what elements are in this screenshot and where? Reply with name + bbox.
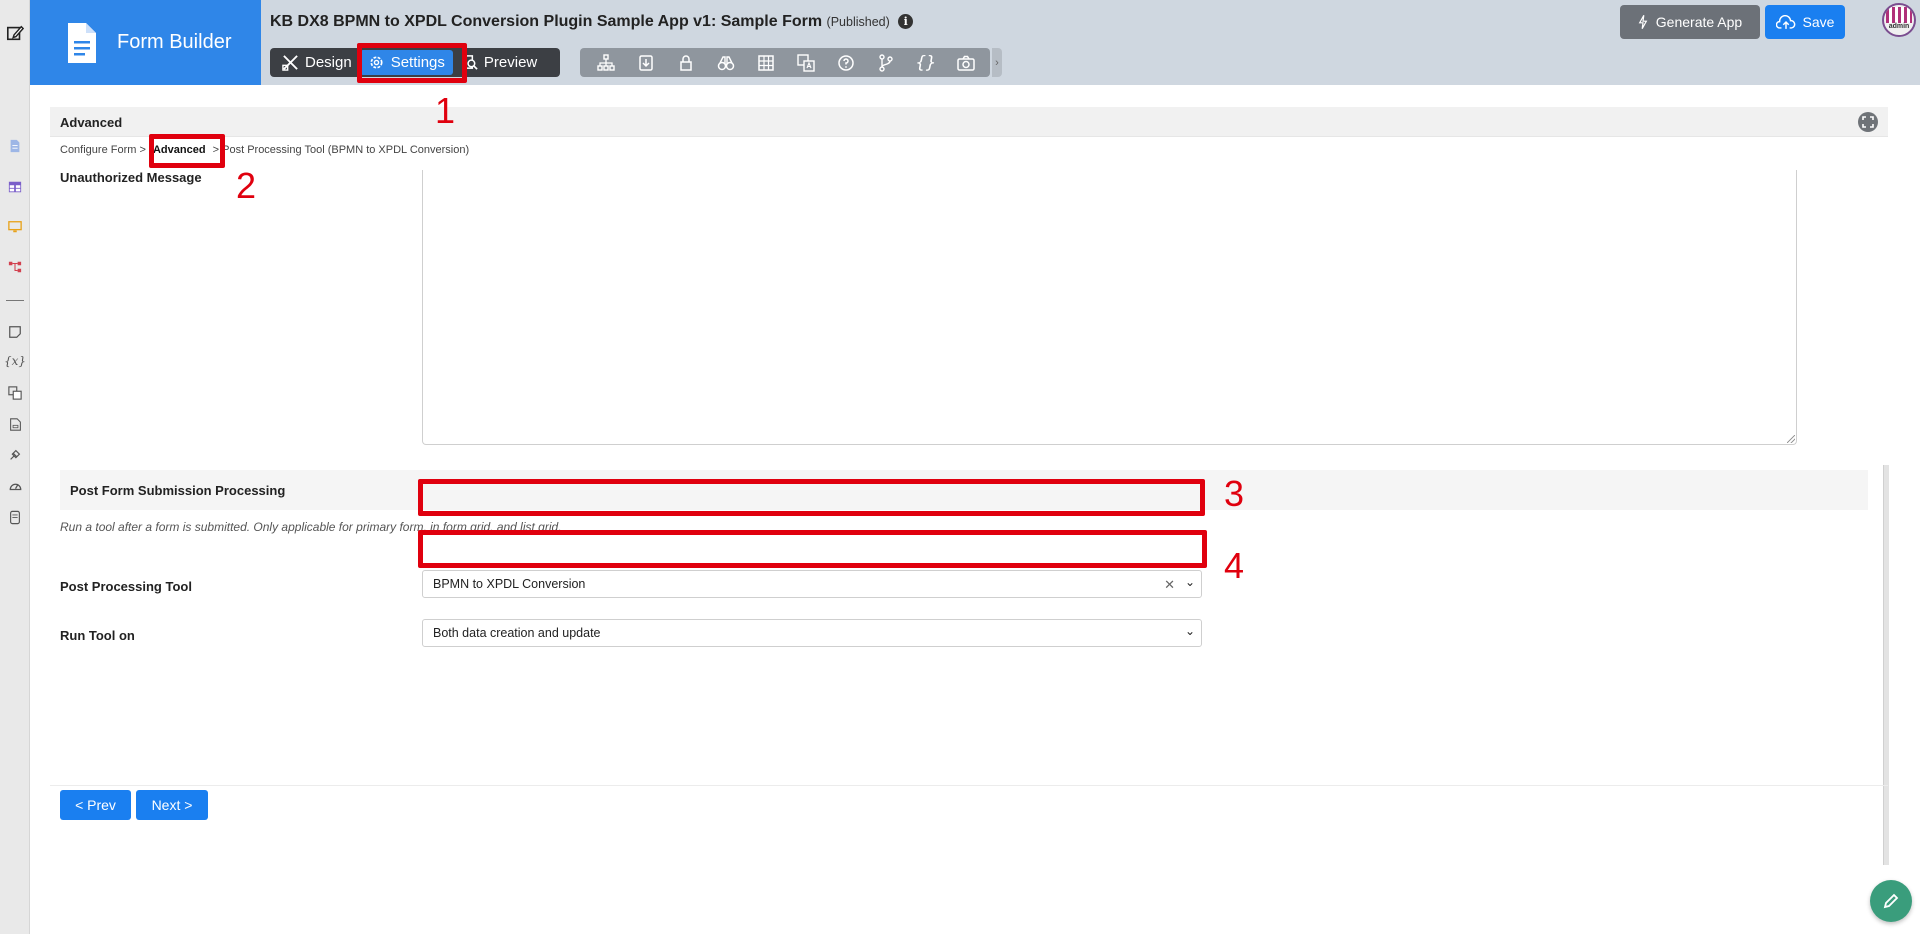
run-tool-on-label: Run Tool on xyxy=(60,628,135,643)
design-button[interactable]: Design xyxy=(274,48,360,77)
message-bundle-icon[interactable] xyxy=(6,384,24,402)
breadcrumb: Configure Form > Advanced > Post Process… xyxy=(60,144,469,156)
pencil-icon xyxy=(1883,893,1899,909)
clear-icon[interactable]: ✕ xyxy=(1164,577,1175,593)
annotation-number-3: 3 xyxy=(1224,473,1245,514)
branch-icon[interactable] xyxy=(866,48,906,77)
info-icon[interactable]: i xyxy=(898,14,914,29)
run-tool-on-value: Both data creation and update xyxy=(433,626,601,640)
run-tool-on-select[interactable]: Both data creation and update ⌄ xyxy=(422,619,1202,647)
app-title: KB DX8 BPMN to XPDL Conversion Plugin Sa… xyxy=(270,13,914,31)
performance-icon[interactable] xyxy=(6,477,24,495)
settings-toolbar: {} › xyxy=(580,48,1002,77)
panel-title: Advanced xyxy=(60,115,123,130)
logs-icon[interactable] xyxy=(6,508,24,526)
lightning-icon xyxy=(1638,15,1648,29)
avatar-image xyxy=(1886,7,1912,23)
next-button[interactable]: Next > xyxy=(136,790,208,820)
brand-name: Form Builder xyxy=(117,31,232,53)
annotation-box-2 xyxy=(149,134,225,168)
lock-icon[interactable] xyxy=(666,48,706,77)
unauthorized-message-label: Unauthorized Message xyxy=(60,170,202,185)
form-icon[interactable] xyxy=(6,137,24,155)
binoculars-icon[interactable] xyxy=(706,48,746,77)
download-box-icon[interactable] xyxy=(626,48,666,77)
edit-fab-button[interactable] xyxy=(1870,880,1912,922)
unauthorized-message-textarea[interactable] xyxy=(422,170,1797,445)
breadcrumb-configure-form[interactable]: Configure Form xyxy=(60,144,136,156)
variable-icon[interactable]: {x} xyxy=(4,352,26,370)
annotation-box-1 xyxy=(357,43,467,83)
app-title-text: KB DX8 BPMN to XPDL Conversion Plugin Sa… xyxy=(270,13,823,30)
generate-app-label: Generate App xyxy=(1655,14,1743,30)
annotation-box-4 xyxy=(418,530,1207,568)
brand-block[interactable]: Form Builder xyxy=(30,0,261,85)
panel-header: Advanced xyxy=(50,107,1888,137)
braces-icon[interactable]: {} xyxy=(906,48,946,77)
save-label: Save xyxy=(1802,14,1835,30)
annotation-number-1: 1 xyxy=(435,90,456,131)
fullscreen-icon[interactable] xyxy=(1858,112,1878,132)
left-icon-rail: {x} xyxy=(0,0,30,934)
avatar-label: admin xyxy=(1888,23,1910,30)
design-tools-icon xyxy=(282,55,298,71)
resource-icon[interactable] xyxy=(6,415,24,433)
breadcrumb-post-processing-tool: Post Processing Tool (BPMN to XPDL Conve… xyxy=(222,144,470,156)
edit-icon[interactable] xyxy=(6,24,24,42)
divider xyxy=(50,785,1888,786)
annotation-number-4: 4 xyxy=(1224,545,1245,586)
publish-status: (Published) xyxy=(826,15,890,29)
post-processing-tool-value: BPMN to XPDL Conversion xyxy=(433,577,586,591)
datalist-icon[interactable] xyxy=(6,178,24,196)
note-icon[interactable] xyxy=(6,323,24,341)
annotation-box-3 xyxy=(418,479,1205,516)
annotation-number-2: 2 xyxy=(236,165,257,206)
chevron-down-icon[interactable]: ⌄ xyxy=(1185,575,1195,589)
hierarchy-icon[interactable] xyxy=(586,48,626,77)
prev-button[interactable]: < Prev xyxy=(60,790,131,820)
plugin-icon[interactable] xyxy=(6,446,24,464)
chevron-down-icon[interactable]: ⌄ xyxy=(1185,624,1195,638)
post-processing-tool-label: Post Processing Tool xyxy=(60,579,192,594)
design-label: Design xyxy=(305,54,352,71)
help-icon[interactable] xyxy=(826,48,866,77)
preview-label: Preview xyxy=(483,54,538,71)
generate-app-button[interactable]: Generate App xyxy=(1620,5,1760,39)
breadcrumb-separator: > xyxy=(139,144,146,156)
camera-icon[interactable] xyxy=(946,48,986,77)
table-icon[interactable] xyxy=(746,48,786,77)
post-processing-tool-select[interactable]: BPMN to XPDL Conversion ✕ ⌄ xyxy=(422,570,1202,598)
section-title: Post Form Submission Processing xyxy=(70,483,286,498)
form-document-icon xyxy=(68,22,96,63)
cloud-upload-icon xyxy=(1775,14,1795,29)
save-button[interactable]: Save xyxy=(1765,5,1845,39)
userview-icon[interactable] xyxy=(6,218,24,236)
top-header: Form Builder KB DX8 BPMN to XPDL Convers… xyxy=(30,0,1920,85)
toolbar-scroll-right-icon[interactable]: › xyxy=(992,48,1002,77)
process-icon[interactable] xyxy=(6,258,24,276)
scrollbar[interactable] xyxy=(1883,465,1889,865)
avatar[interactable]: admin xyxy=(1882,3,1916,37)
translate-icon[interactable] xyxy=(786,48,826,77)
